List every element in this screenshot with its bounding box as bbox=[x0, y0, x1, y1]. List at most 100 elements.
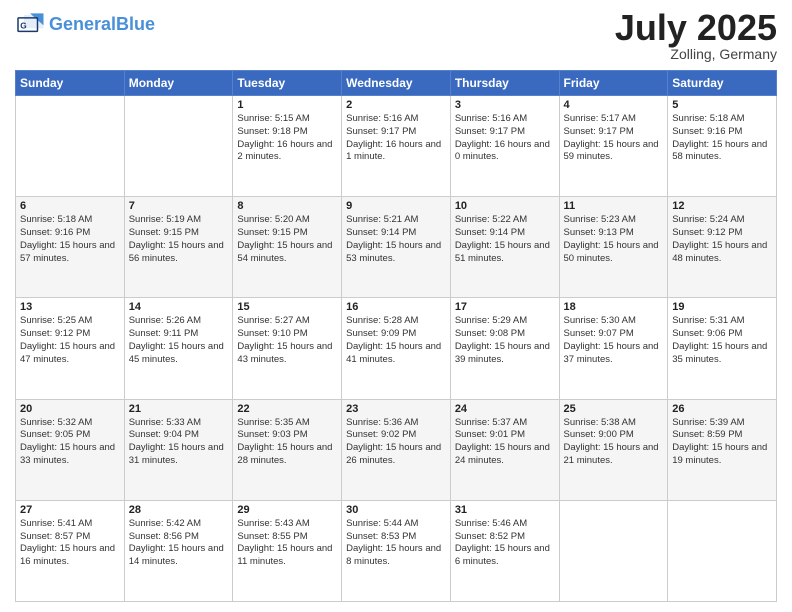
col-saturday: Saturday bbox=[668, 71, 777, 96]
table-cell: 14 Sunrise: 5:26 AM Sunset: 9:11 PM Dayli… bbox=[124, 298, 233, 399]
table-cell: 31 Sunrise: 5:46 AM Sunset: 8:52 PM Dayli… bbox=[450, 500, 559, 601]
cell-details: Sunrise: 5:37 AM Sunset: 9:01 PM Dayligh… bbox=[455, 417, 555, 468]
day-number: 20 bbox=[20, 403, 120, 415]
day-number: 6 bbox=[20, 200, 120, 212]
day-number: 7 bbox=[129, 200, 229, 212]
table-cell: 28 Sunrise: 5:42 AM Sunset: 8:56 PM Dayli… bbox=[124, 500, 233, 601]
cell-details: Sunrise: 5:18 AM Sunset: 9:16 PM Dayligh… bbox=[20, 214, 120, 265]
page: G GeneralBlue July 2025 Zolling, Germany… bbox=[0, 0, 792, 612]
calendar-week-row: 1Sunrise: 5:15 AM Sunset: 9:18 PM Daylig… bbox=[16, 96, 777, 197]
calendar-header-row: Sunday Monday Tuesday Wednesday Thursday… bbox=[16, 71, 777, 96]
col-wednesday: Wednesday bbox=[342, 71, 451, 96]
cell-details: Sunrise: 5:33 AM Sunset: 9:04 PM Dayligh… bbox=[129, 417, 229, 468]
cell-details: Sunrise: 5:16 AM Sunset: 9:17 PM Dayligh… bbox=[455, 113, 555, 164]
table-cell: 5 Sunrise: 5:18 AM Sunset: 9:16 PM Daylig… bbox=[668, 96, 777, 197]
table-cell bbox=[124, 96, 233, 197]
day-number: 23 bbox=[346, 403, 446, 415]
cell-details: Sunrise: 5:42 AM Sunset: 8:56 PM Dayligh… bbox=[129, 518, 229, 569]
cell-details: Sunrise: 5:18 AM Sunset: 9:16 PM Dayligh… bbox=[672, 113, 772, 164]
col-friday: Friday bbox=[559, 71, 668, 96]
day-number: 26 bbox=[672, 403, 772, 415]
table-cell: 19 Sunrise: 5:31 AM Sunset: 9:06 PM Dayli… bbox=[668, 298, 777, 399]
table-cell bbox=[559, 500, 668, 601]
table-cell: 18Sunrise: 5:30 AM Sunset: 9:07 PM Dayli… bbox=[559, 298, 668, 399]
day-number: 13 bbox=[20, 301, 120, 313]
table-cell: 26 Sunrise: 5:39 AM Sunset: 8:59 PM Dayli… bbox=[668, 399, 777, 500]
cell-details: Sunrise: 5:39 AM Sunset: 8:59 PM Dayligh… bbox=[672, 417, 772, 468]
table-cell: 25 Sunrise: 5:38 AM Sunset: 9:00 PM Dayli… bbox=[559, 399, 668, 500]
table-cell: 16Sunrise: 5:28 AM Sunset: 9:09 PM Dayli… bbox=[342, 298, 451, 399]
calendar-week-row: 27Sunrise: 5:41 AM Sunset: 8:57 PM Dayli… bbox=[16, 500, 777, 601]
day-number: 30 bbox=[346, 504, 446, 516]
cell-details: Sunrise: 5:27 AM Sunset: 9:10 PM Dayligh… bbox=[237, 315, 337, 366]
cell-details: Sunrise: 5:26 AM Sunset: 9:11 PM Dayligh… bbox=[129, 315, 229, 366]
cell-details: Sunrise: 5:22 AM Sunset: 9:14 PM Dayligh… bbox=[455, 214, 555, 265]
day-number: 28 bbox=[129, 504, 229, 516]
logo: G GeneralBlue bbox=[15, 10, 155, 40]
cell-details: Sunrise: 5:44 AM Sunset: 8:53 PM Dayligh… bbox=[346, 518, 446, 569]
cell-details: Sunrise: 5:17 AM Sunset: 9:17 PM Dayligh… bbox=[564, 113, 664, 164]
day-number: 9 bbox=[346, 200, 446, 212]
cell-details: Sunrise: 5:25 AM Sunset: 9:12 PM Dayligh… bbox=[20, 315, 120, 366]
cell-details: Sunrise: 5:30 AM Sunset: 9:07 PM Dayligh… bbox=[564, 315, 664, 366]
day-number: 15 bbox=[237, 301, 337, 313]
day-number: 12 bbox=[672, 200, 772, 212]
day-number: 14 bbox=[129, 301, 229, 313]
table-cell: 17 Sunrise: 5:29 AM Sunset: 9:08 PM Dayli… bbox=[450, 298, 559, 399]
day-number: 2 bbox=[346, 99, 446, 111]
logo-icon: G bbox=[15, 10, 45, 40]
day-number: 8 bbox=[237, 200, 337, 212]
cell-details: Sunrise: 5:20 AM Sunset: 9:15 PM Dayligh… bbox=[237, 214, 337, 265]
cell-details: Sunrise: 5:31 AM Sunset: 9:06 PM Dayligh… bbox=[672, 315, 772, 366]
table-cell: 13 Sunrise: 5:25 AM Sunset: 9:12 PM Dayli… bbox=[16, 298, 125, 399]
table-cell: 10Sunrise: 5:22 AM Sunset: 9:14 PM Dayli… bbox=[450, 197, 559, 298]
cell-details: Sunrise: 5:29 AM Sunset: 9:08 PM Dayligh… bbox=[455, 315, 555, 366]
day-number: 21 bbox=[129, 403, 229, 415]
table-cell: 30 Sunrise: 5:44 AM Sunset: 8:53 PM Dayli… bbox=[342, 500, 451, 601]
title-block: July 2025 Zolling, Germany bbox=[615, 10, 777, 62]
table-cell: 11Sunrise: 5:23 AM Sunset: 9:13 PM Dayli… bbox=[559, 197, 668, 298]
day-number: 25 bbox=[564, 403, 664, 415]
cell-details: Sunrise: 5:41 AM Sunset: 8:57 PM Dayligh… bbox=[20, 518, 120, 569]
calendar-week-row: 13 Sunrise: 5:25 AM Sunset: 9:12 PM Dayli… bbox=[16, 298, 777, 399]
calendar-week-row: 6 Sunrise: 5:18 AM Sunset: 9:16 PM Daylig… bbox=[16, 197, 777, 298]
month-title: July 2025 bbox=[615, 10, 777, 46]
cell-details: Sunrise: 5:15 AM Sunset: 9:18 PM Dayligh… bbox=[237, 113, 337, 164]
cell-details: Sunrise: 5:36 AM Sunset: 9:02 PM Dayligh… bbox=[346, 417, 446, 468]
table-cell: 27Sunrise: 5:41 AM Sunset: 8:57 PM Dayli… bbox=[16, 500, 125, 601]
calendar-table: Sunday Monday Tuesday Wednesday Thursday… bbox=[15, 70, 777, 602]
day-number: 19 bbox=[672, 301, 772, 313]
logo-text-block: GeneralBlue bbox=[49, 15, 155, 35]
cell-details: Sunrise: 5:43 AM Sunset: 8:55 PM Dayligh… bbox=[237, 518, 337, 569]
day-number: 5 bbox=[672, 99, 772, 111]
table-cell bbox=[668, 500, 777, 601]
cell-details: Sunrise: 5:21 AM Sunset: 9:14 PM Dayligh… bbox=[346, 214, 446, 265]
day-number: 4 bbox=[564, 99, 664, 111]
table-cell: 6 Sunrise: 5:18 AM Sunset: 9:16 PM Daylig… bbox=[16, 197, 125, 298]
table-cell: 21 Sunrise: 5:33 AM Sunset: 9:04 PM Dayli… bbox=[124, 399, 233, 500]
header: G GeneralBlue July 2025 Zolling, Germany bbox=[15, 10, 777, 62]
day-number: 16 bbox=[346, 301, 446, 313]
cell-details: Sunrise: 5:38 AM Sunset: 9:00 PM Dayligh… bbox=[564, 417, 664, 468]
table-cell: 3Sunrise: 5:16 AM Sunset: 9:17 PM Daylig… bbox=[450, 96, 559, 197]
col-thursday: Thursday bbox=[450, 71, 559, 96]
table-cell: 4 Sunrise: 5:17 AM Sunset: 9:17 PM Daylig… bbox=[559, 96, 668, 197]
col-sunday: Sunday bbox=[16, 71, 125, 96]
col-monday: Monday bbox=[124, 71, 233, 96]
table-cell bbox=[16, 96, 125, 197]
table-cell: 12 Sunrise: 5:24 AM Sunset: 9:12 PM Dayli… bbox=[668, 197, 777, 298]
location: Zolling, Germany bbox=[615, 46, 777, 62]
table-cell: 29Sunrise: 5:43 AM Sunset: 8:55 PM Dayli… bbox=[233, 500, 342, 601]
table-cell: 1Sunrise: 5:15 AM Sunset: 9:18 PM Daylig… bbox=[233, 96, 342, 197]
day-number: 31 bbox=[455, 504, 555, 516]
cell-details: Sunrise: 5:19 AM Sunset: 9:15 PM Dayligh… bbox=[129, 214, 229, 265]
cell-details: Sunrise: 5:24 AM Sunset: 9:12 PM Dayligh… bbox=[672, 214, 772, 265]
day-number: 22 bbox=[237, 403, 337, 415]
cell-details: Sunrise: 5:35 AM Sunset: 9:03 PM Dayligh… bbox=[237, 417, 337, 468]
table-cell: 15 Sunrise: 5:27 AM Sunset: 9:10 PM Dayli… bbox=[233, 298, 342, 399]
table-cell: 24Sunrise: 5:37 AM Sunset: 9:01 PM Dayli… bbox=[450, 399, 559, 500]
table-cell: 23 Sunrise: 5:36 AM Sunset: 9:02 PM Dayli… bbox=[342, 399, 451, 500]
table-cell: 7 Sunrise: 5:19 AM Sunset: 9:15 PM Daylig… bbox=[124, 197, 233, 298]
cell-details: Sunrise: 5:46 AM Sunset: 8:52 PM Dayligh… bbox=[455, 518, 555, 569]
day-number: 17 bbox=[455, 301, 555, 313]
